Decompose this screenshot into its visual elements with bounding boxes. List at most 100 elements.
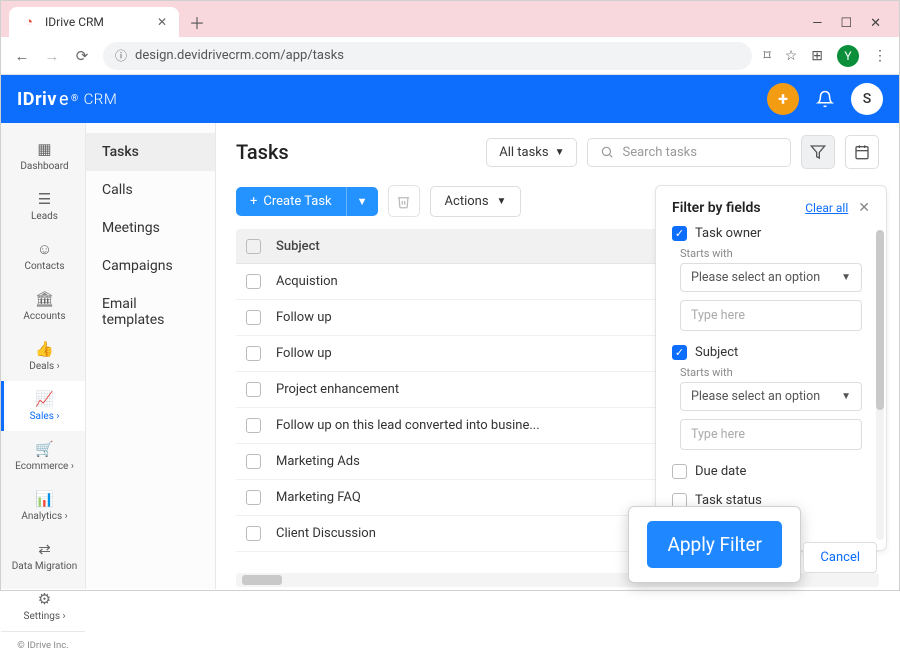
filter-toggle-button[interactable] (801, 135, 835, 169)
rail-settings[interactable]: ⚙Settings › (1, 581, 85, 631)
row-checkbox[interactable] (246, 310, 261, 325)
app-header: IDrive®CRM + S (1, 75, 899, 123)
filter-group: ✓Subject Starts with Please select an opti… (672, 345, 870, 450)
browser-tab[interactable]: ◔ IDrive CRM ✕ (9, 7, 179, 37)
filter-value-input[interactable]: Type here (680, 300, 862, 331)
filter-condition-select[interactable]: Please select an option▼ (680, 263, 862, 292)
select-all-checkbox[interactable] (246, 239, 261, 254)
page-title: Tasks (236, 140, 289, 164)
row-checkbox[interactable] (246, 526, 261, 541)
secondary-nav: Tasks Calls Meetings Campaigns Email tem… (86, 123, 216, 589)
extensions-icon[interactable]: ⊞ (811, 48, 823, 64)
accounts-icon: 🏛 (35, 290, 54, 308)
primary-nav-rail: ▦Dashboard ☰Leads ☺Contacts 🏛Accounts 👍D… (1, 123, 86, 589)
chevron-down-icon: ▼ (841, 391, 851, 402)
filter-condition-label: Starts with (680, 247, 862, 260)
deals-icon: 👍 (35, 340, 54, 358)
sales-icon: 📈 (35, 390, 54, 408)
tab-title: IDrive CRM (45, 15, 104, 29)
site-info-icon[interactable]: ⓘ (115, 47, 127, 64)
filter-panel-title: Filter by fields (672, 200, 761, 216)
migration-icon: ⇄ (38, 540, 51, 558)
trash-icon (396, 194, 411, 209)
back-icon[interactable]: ← (13, 47, 31, 65)
window-maximize-icon[interactable]: ☐ (840, 16, 852, 31)
analytics-icon: 📊 (35, 490, 54, 508)
calendar-view-button[interactable] (845, 135, 879, 169)
actions-dropdown[interactable]: Actions▼ (430, 186, 522, 217)
row-checkbox[interactable] (246, 454, 261, 469)
apply-filter-button[interactable]: Apply Filter (647, 521, 782, 568)
rail-leads[interactable]: ☰Leads (1, 181, 85, 231)
window-controls: — ☐ ✕ (812, 16, 891, 37)
rail-data-migration[interactable]: ⇄Data Migration (1, 531, 85, 581)
subnav-calls[interactable]: Calls (86, 171, 215, 209)
clear-all-link[interactable]: Clear all (805, 201, 848, 215)
search-input[interactable]: Search tasks (587, 138, 791, 167)
rail-accounts[interactable]: 🏛Accounts (1, 281, 85, 331)
scope-dropdown[interactable]: All tasks▼ (486, 138, 577, 167)
chevron-down-icon: ▼ (497, 196, 507, 207)
new-tab-button[interactable]: ＋ (179, 7, 215, 37)
close-icon[interactable]: ✕ (858, 200, 870, 216)
kebab-menu-icon[interactable]: ⋮ (873, 48, 887, 64)
search-icon (600, 145, 614, 159)
global-add-button[interactable]: + (767, 83, 799, 115)
rail-footer: © IDrive Inc. (1, 631, 85, 659)
rail-contacts[interactable]: ☺Contacts (1, 231, 85, 281)
password-key-icon[interactable]: ⌑ (764, 48, 771, 64)
filter-group: ✓Task owner Starts with Please select an o… (672, 226, 870, 331)
calendar-icon (854, 144, 870, 160)
filter-field-toggle[interactable]: ✓Due date (672, 464, 862, 479)
filter-condition-select[interactable]: Please select an option▼ (680, 382, 862, 411)
apply-filter-callout: Apply Filter (628, 506, 801, 583)
filter-panel: Filter by fields Clear all ✕ ✓Task owner… (655, 185, 887, 551)
brand-logo[interactable]: IDrive®CRM (17, 89, 117, 110)
filter-value-input[interactable]: Type here (680, 419, 862, 450)
leads-icon: ☰ (38, 190, 51, 208)
window-minimize-icon[interactable]: — (812, 16, 822, 31)
url-text: design.devidrivecrm.com/app/tasks (135, 48, 344, 63)
reload-icon[interactable]: ⟳ (73, 47, 91, 65)
subnav-meetings[interactable]: Meetings (86, 209, 215, 247)
row-checkbox[interactable] (246, 274, 261, 289)
browser-toolbar: ← → ⟳ ⓘ design.devidrivecrm.com/app/task… (1, 37, 899, 75)
user-avatar[interactable]: S (851, 83, 883, 115)
plus-icon: + (250, 194, 257, 209)
subnav-campaigns[interactable]: Campaigns (86, 247, 215, 285)
window-close-icon[interactable]: ✕ (870, 16, 881, 31)
rail-deals[interactable]: 👍Deals › (1, 331, 85, 381)
forward-icon[interactable]: → (43, 47, 61, 65)
tab-close-icon[interactable]: ✕ (157, 15, 167, 29)
row-checkbox[interactable] (246, 490, 261, 505)
gear-icon: ⚙ (38, 590, 51, 608)
content-area: Tasks All tasks▼ Search tasks +Create Ta… (216, 123, 899, 589)
notifications-bell-icon[interactable] (809, 83, 841, 115)
filter-scrollbar[interactable] (876, 230, 884, 540)
delete-button[interactable] (388, 185, 420, 217)
dashboard-icon: ▦ (37, 140, 51, 158)
checkbox-icon: ✓ (672, 464, 687, 479)
rail-dashboard[interactable]: ▦Dashboard (1, 131, 85, 181)
create-task-button[interactable]: +Create Task (236, 187, 346, 216)
profile-avatar[interactable]: Y (837, 45, 859, 67)
filter-field-toggle[interactable]: ✓Subject (672, 345, 862, 360)
browser-titlebar: ◔ IDrive CRM ✕ ＋ — ☐ ✕ (1, 1, 899, 37)
rail-analytics[interactable]: 📊Analytics › (1, 481, 85, 531)
create-task-dropdown[interactable]: ▼ (346, 187, 378, 216)
rail-ecommerce[interactable]: 🛒Ecommerce › (1, 431, 85, 481)
chevron-down-icon: ▼ (841, 272, 851, 283)
bookmark-star-icon[interactable]: ☆ (785, 48, 798, 64)
tab-favicon: ◔ (21, 14, 37, 30)
row-checkbox[interactable] (246, 382, 261, 397)
subnav-email-templates[interactable]: Email templates (86, 285, 215, 339)
filter-condition-label: Starts with (680, 366, 862, 379)
filter-field-toggle[interactable]: ✓Task owner (672, 226, 862, 241)
subnav-tasks[interactable]: Tasks (86, 133, 215, 171)
filter-group: ✓Due date (672, 464, 870, 479)
row-checkbox[interactable] (246, 418, 261, 433)
rail-sales[interactable]: 📈Sales › (1, 381, 85, 431)
address-bar[interactable]: ⓘ design.devidrivecrm.com/app/tasks (103, 42, 752, 70)
row-checkbox[interactable] (246, 346, 261, 361)
cancel-button[interactable]: Cancel (803, 542, 877, 573)
